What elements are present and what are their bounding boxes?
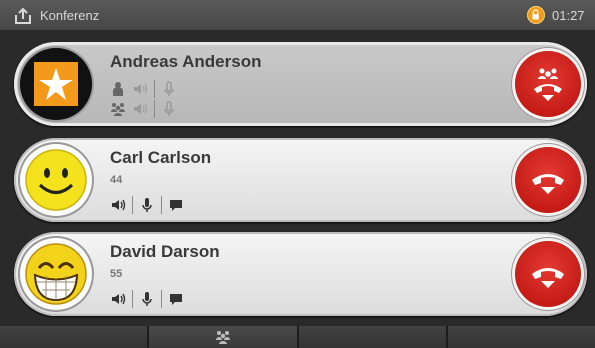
phone-screen: Konferenz 01:27 Andreas Anderson Carl Ca… (0, 0, 595, 348)
call-row[interactable]: Carl Carlson 44 (14, 138, 587, 222)
bottom-tab-bar (0, 326, 595, 348)
chat-icon[interactable] (168, 197, 184, 213)
divider (154, 100, 155, 118)
grin-icon (25, 243, 87, 305)
smiley-icon (25, 149, 87, 211)
caller-number: 44 (110, 174, 123, 186)
caller-name: David Darson (110, 242, 220, 261)
avatar (20, 48, 92, 120)
hangup-button[interactable] (515, 241, 581, 307)
divider (161, 290, 162, 308)
tab-conference[interactable] (149, 326, 299, 348)
speaker-icon[interactable] (132, 81, 148, 97)
star-icon (20, 48, 92, 120)
divider (132, 290, 133, 308)
call-controls (110, 290, 184, 308)
microphone-icon[interactable] (139, 291, 155, 307)
divider (161, 196, 162, 214)
hangup-icon (532, 268, 564, 288)
clock: 01:27 (552, 8, 585, 23)
avatar (20, 238, 92, 310)
conference-controls (110, 100, 177, 118)
caller-number: 55 (110, 268, 123, 280)
speaker-icon[interactable] (132, 101, 148, 117)
conference-hangup-icon (534, 68, 562, 101)
screen-title: Konferenz (40, 8, 100, 23)
microphone-icon[interactable] (161, 81, 177, 97)
divider (154, 80, 155, 98)
caller-name: Carl Carlson (110, 148, 212, 167)
call-controls (110, 196, 184, 214)
participant-controls (110, 80, 177, 98)
tab-4[interactable] (447, 326, 595, 348)
avatar (20, 144, 92, 216)
tab-3[interactable] (298, 326, 448, 348)
divider (132, 196, 133, 214)
tab-1[interactable] (0, 326, 150, 348)
call-row-conference[interactable]: Andreas Anderson (14, 42, 587, 126)
conference-hangup-button[interactable] (515, 51, 581, 117)
microphone-icon[interactable] (161, 101, 177, 117)
call-row[interactable]: David Darson 55 (14, 232, 587, 316)
status-bar: Konferenz 01:27 (0, 0, 595, 30)
person-icon (113, 82, 123, 96)
chat-icon[interactable] (168, 291, 184, 307)
share-icon[interactable] (14, 8, 32, 24)
speaker-icon[interactable] (110, 291, 126, 307)
group-icon (215, 331, 230, 344)
speaker-icon[interactable] (110, 197, 126, 213)
group-icon (111, 103, 125, 116)
hangup-icon (532, 174, 564, 194)
hangup-button[interactable] (515, 147, 581, 213)
caller-name: Andreas Anderson (110, 52, 262, 71)
lock-icon (527, 6, 545, 24)
microphone-icon[interactable] (139, 197, 155, 213)
